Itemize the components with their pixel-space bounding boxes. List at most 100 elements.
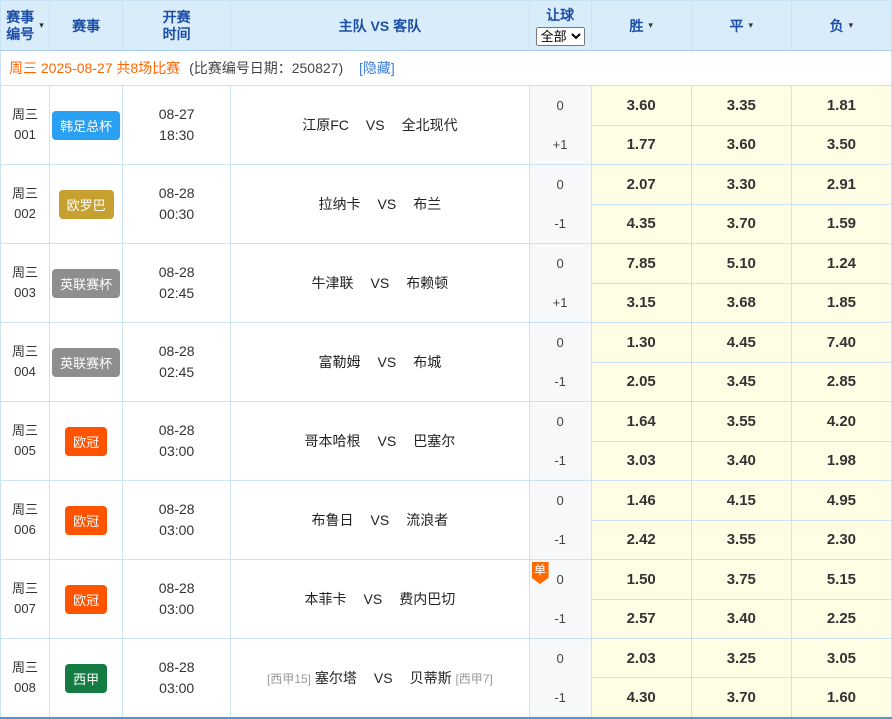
sort-arrow-icon[interactable]: ▾ [849, 21, 854, 30]
odds-cell-draw[interactable]: 3.70 [691, 204, 791, 244]
match-row: 周三007 欧冠 08-2803:00 本菲卡VS费内巴切 单 0 -1 1.5… [1, 560, 892, 600]
teams-cell: 布鲁日VS流浪者 [231, 481, 529, 560]
odds-cell-lose[interactable]: 1.98 [791, 441, 891, 481]
match-row: 周三006 欧冠 08-2803:00 布鲁日VS流浪者 0 -1 1.46 4… [1, 481, 892, 521]
teams-cell: 富勒姆VS布城 [231, 323, 529, 402]
vs-label: VS [374, 670, 393, 686]
handicap-value: -1 [530, 520, 591, 559]
match-id-cell: 周三008 [1, 639, 50, 719]
hide-link[interactable]: [隐藏] [359, 60, 395, 76]
odds-cell-lose[interactable]: 3.05 [791, 639, 891, 678]
league-cell: 欧冠 [50, 481, 123, 560]
odds-cell-lose[interactable]: 2.30 [791, 520, 891, 560]
odds-cell-lose[interactable]: 3.50 [791, 125, 891, 165]
odds-cell-lose[interactable]: 7.40 [791, 323, 891, 363]
odds-cell-draw[interactable]: 3.40 [691, 599, 791, 639]
league-badge: 欧罗巴 [59, 190, 114, 219]
match-time-cell: 08-2802:45 [123, 244, 231, 323]
league-cell: 韩足总杯 [50, 86, 123, 165]
handicap-value: +1 [530, 125, 591, 164]
odds-cell-draw[interactable]: 3.55 [691, 520, 791, 560]
teams-cell: 拉纳卡VS布兰 [231, 165, 529, 244]
odds-cell-draw[interactable]: 4.45 [691, 323, 791, 363]
handicap-filter-select[interactable]: 全部 [536, 27, 585, 46]
odds-cell-draw[interactable]: 3.55 [691, 402, 791, 442]
odds-cell-win[interactable]: 3.15 [591, 283, 691, 323]
odds-cell-lose[interactable]: 4.95 [791, 481, 891, 521]
handicap-cell: 0 +1 [529, 86, 591, 165]
odds-cell-lose[interactable]: 1.60 [791, 678, 891, 718]
sort-arrow-icon[interactable]: ▾ [39, 21, 44, 30]
col-header-win: 胜▾ [591, 1, 691, 51]
odds-cell-win[interactable]: 1.30 [591, 323, 691, 363]
odds-cell-win[interactable]: 2.05 [591, 362, 691, 402]
odds-cell-draw[interactable]: 3.75 [691, 560, 791, 600]
odds-cell-lose[interactable]: 1.59 [791, 204, 891, 244]
odds-cell-draw[interactable]: 3.60 [691, 125, 791, 165]
handicap-value: 0 [530, 165, 591, 204]
odds-cell-win[interactable]: 4.30 [591, 678, 691, 718]
odds-cell-win[interactable]: 4.35 [591, 204, 691, 244]
odds-cell-win[interactable]: 2.57 [591, 599, 691, 639]
odds-cell-draw[interactable]: 3.40 [691, 441, 791, 481]
odds-cell-draw[interactable]: 3.25 [691, 639, 791, 678]
odds-cell-lose[interactable]: 2.91 [791, 165, 891, 205]
away-team: 全北现代 [402, 117, 458, 133]
vs-label: VS [378, 196, 397, 212]
odds-cell-draw[interactable]: 3.68 [691, 283, 791, 323]
match-date-note: (比赛编号日期：250827) [189, 60, 343, 76]
home-team: 本菲卡 [305, 591, 347, 607]
odds-cell-lose[interactable]: 4.20 [791, 402, 891, 442]
odds-cell-win[interactable]: 3.60 [591, 86, 691, 126]
away-team-rank: [西甲7] [455, 672, 492, 686]
league-badge: 欧冠 [65, 506, 107, 535]
match-id-cell: 周三006 [1, 481, 50, 560]
match-row: 周三004 英联赛杯 08-2802:45 富勒姆VS布城 0 -1 1.30 … [1, 323, 892, 363]
home-team-rank: [西甲15] [267, 672, 311, 686]
odds-cell-draw[interactable]: 3.30 [691, 165, 791, 205]
odds-cell-draw[interactable]: 3.35 [691, 86, 791, 126]
odds-cell-win[interactable]: 1.50 [591, 560, 691, 600]
odds-cell-lose[interactable]: 5.15 [791, 560, 891, 600]
handicap-value: 0 [530, 323, 591, 362]
odds-cell-win[interactable]: 1.46 [591, 481, 691, 521]
away-team: 贝蒂斯 [410, 670, 452, 686]
odds-cell-lose[interactable]: 1.24 [791, 244, 891, 284]
match-id-cell: 周三003 [1, 244, 50, 323]
league-cell: 欧冠 [50, 402, 123, 481]
col-header-time-line2: 时间 [123, 26, 230, 43]
handicap-cell: 单 0 -1 [529, 560, 591, 639]
odds-cell-win[interactable]: 7.85 [591, 244, 691, 284]
odds-cell-draw[interactable]: 3.70 [691, 678, 791, 718]
odds-cell-win[interactable]: 3.03 [591, 441, 691, 481]
match-row: 周三002 欧罗巴 08-2800:30 拉纳卡VS布兰 0 -1 2.07 3… [1, 165, 892, 205]
league-cell: 西甲 [50, 639, 123, 719]
date-summary: 周三 2025-08-27 共8场比赛 [9, 60, 180, 76]
match-time-cell: 08-2718:30 [123, 86, 231, 165]
league-badge: 韩足总杯 [52, 111, 120, 140]
vs-label: VS [371, 275, 390, 291]
odds-cell-lose[interactable]: 2.25 [791, 599, 891, 639]
match-id-cell: 周三004 [1, 323, 50, 402]
win-label: 胜 [629, 16, 643, 36]
match-time-cell: 08-2802:45 [123, 323, 231, 402]
odds-cell-draw[interactable]: 3.45 [691, 362, 791, 402]
away-team: 费内巴切 [399, 591, 455, 607]
odds-cell-win[interactable]: 1.77 [591, 125, 691, 165]
match-row: 周三008 西甲 08-2803:00 [西甲15] 塞尔塔VS贝蒂斯 [西甲7… [1, 639, 892, 678]
odds-cell-lose[interactable]: 1.85 [791, 283, 891, 323]
odds-cell-lose[interactable]: 2.85 [791, 362, 891, 402]
odds-cell-win[interactable]: 2.42 [591, 520, 691, 560]
odds-cell-draw[interactable]: 4.15 [691, 481, 791, 521]
odds-cell-draw[interactable]: 5.10 [691, 244, 791, 284]
sort-arrow-icon[interactable]: ▾ [648, 21, 653, 30]
odds-cell-win[interactable]: 2.07 [591, 165, 691, 205]
odds-cell-win[interactable]: 1.64 [591, 402, 691, 442]
draw-label: 平 [730, 16, 744, 36]
odds-cell-win[interactable]: 2.03 [591, 639, 691, 678]
odds-cell-lose[interactable]: 1.81 [791, 86, 891, 126]
handicap-value: 0 [530, 639, 591, 678]
teams-cell: 牛津联VS布赖顿 [231, 244, 529, 323]
sort-arrow-icon[interactable]: ▾ [749, 21, 754, 30]
vs-label: VS [378, 433, 397, 449]
